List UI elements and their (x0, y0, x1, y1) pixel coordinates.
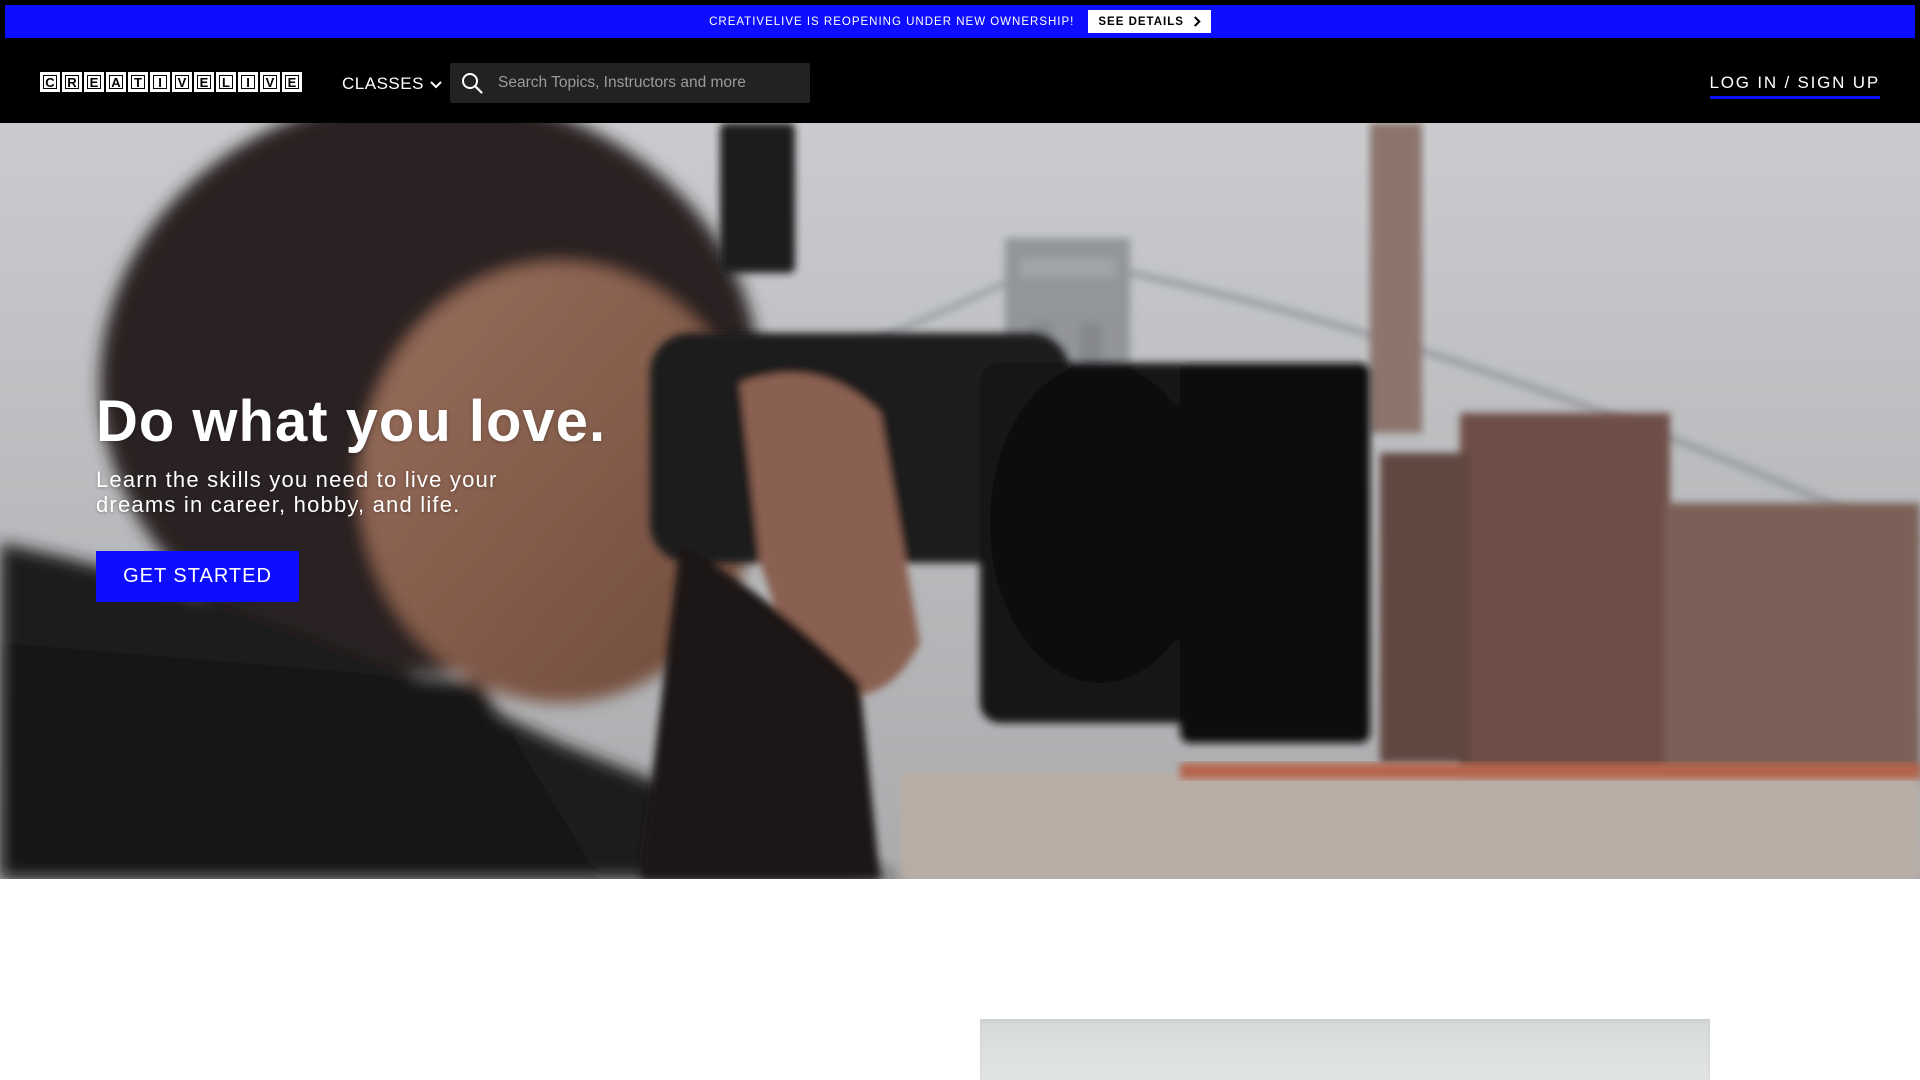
search-input[interactable] (498, 63, 810, 103)
logo-letter: E (194, 72, 214, 92)
content-section (0, 879, 1920, 1080)
hero-content: Do what you love. Learn the skills you n… (96, 389, 796, 518)
chevron-down-icon (430, 80, 442, 88)
featured-image (980, 1019, 1710, 1080)
site-header: CREATIVELIVE CLASSES LOG IN / SIGN UP (0, 42, 1920, 123)
chevron-right-icon (1193, 16, 1201, 27)
logo-letter: T (128, 72, 148, 92)
announcement-bar: CREATIVELIVE IS REOPENING UNDER NEW OWNE… (5, 5, 1915, 38)
hero-title: Do what you love. (96, 389, 607, 454)
get-started-button[interactable]: GET STARTED (96, 551, 299, 602)
hero-subtitle: Learn the skills you need to live your d… (96, 467, 498, 517)
logo-letter: L (216, 72, 236, 92)
announcement-bar-wrapper: CREATIVELIVE IS REOPENING UNDER NEW OWNE… (0, 0, 1920, 42)
logo-letter: I (150, 72, 170, 92)
logo-letter: V (260, 72, 280, 92)
logo-letter: I (238, 72, 258, 92)
classes-dropdown[interactable]: CLASSES (342, 72, 442, 96)
logo-letter: E (282, 72, 302, 92)
search-icon[interactable] (460, 71, 484, 95)
announcement-text: CREATIVELIVE IS REOPENING UNDER NEW OWNE… (709, 15, 1075, 28)
logo-letter: C (40, 72, 60, 92)
see-details-button[interactable]: SEE DETAILS (1088, 10, 1211, 33)
logo-letter: R (62, 72, 82, 92)
hero-section: Do what you love. Learn the skills you n… (0, 123, 1920, 879)
see-details-label: SEE DETAILS (1098, 15, 1184, 28)
logo-letter: E (84, 72, 104, 92)
classes-label: CLASSES (342, 74, 424, 93)
login-signup-link[interactable]: LOG IN / SIGN UP (1709, 73, 1880, 99)
creativelive-logo[interactable]: CREATIVELIVE (40, 72, 302, 92)
search-bar (450, 63, 810, 103)
logo-letter: A (106, 72, 126, 92)
logo-letter: V (172, 72, 192, 92)
